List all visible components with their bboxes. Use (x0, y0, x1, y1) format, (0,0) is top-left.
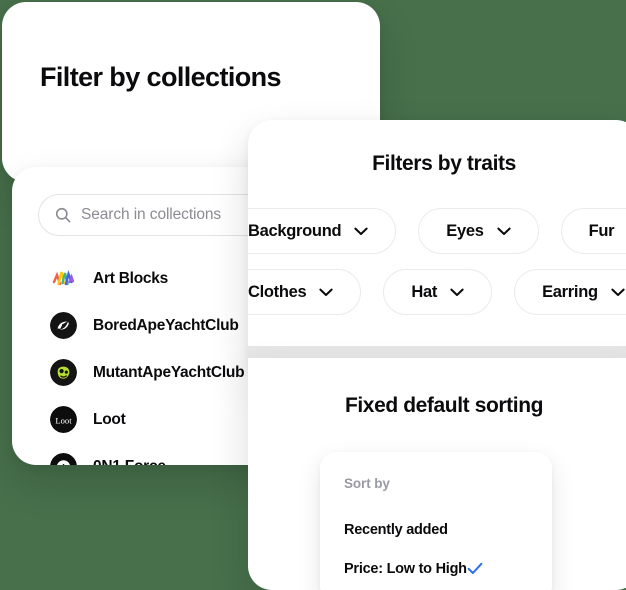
trait-chip-label: Eyes (446, 221, 484, 240)
collection-name: BoredApeYachtClub (93, 316, 239, 334)
sort-option-list: Recently added Price: Low to High (320, 510, 552, 588)
sorting-panel-title: Fixed default sorting (344, 394, 544, 417)
0n1-force-logo-icon (50, 453, 77, 465)
trait-chip-earring[interactable]: Earring (514, 269, 626, 315)
page-title: Filter by collections (40, 62, 282, 92)
art-blocks-logo-icon (50, 265, 77, 292)
sort-option-recently-added[interactable]: Recently added (320, 510, 552, 549)
sort-option-price-low-to-high[interactable]: Price: Low to High (320, 549, 552, 588)
sort-option-label: Price: Low to High (344, 560, 467, 577)
sort-option-label: Recently added (344, 521, 448, 538)
collection-name: 0N1 Force (93, 458, 166, 466)
trait-chip-groups: Background Eyes Fur Clothes Hat Earring (248, 208, 626, 330)
chevron-down-icon (319, 288, 334, 297)
search-placeholder: Search in collections (81, 206, 222, 223)
mutant-ape-yacht-club-logo-icon (50, 359, 77, 386)
trait-chip-background[interactable]: Background (248, 208, 397, 254)
sort-by-label: Sort by (344, 476, 390, 491)
trait-chip-hat[interactable]: Hat (383, 269, 493, 315)
trait-chip-label: Hat (411, 282, 438, 301)
filters-by-traits-card: Filters by traits Background Eyes Fur Cl… (248, 120, 626, 370)
chevron-down-icon (611, 288, 625, 297)
panel-divider (248, 346, 626, 358)
trait-chip-label: Background (248, 221, 342, 240)
traits-panel-title: Filters by traits (372, 152, 516, 175)
svg-text:Loot: Loot (55, 415, 72, 425)
trait-chip-fur[interactable]: Fur (560, 208, 626, 254)
trait-chip-label: Clothes (248, 282, 307, 301)
trait-chip-label: Fur (588, 221, 615, 240)
trait-chip-clothes[interactable]: Clothes (248, 269, 362, 315)
collection-name: Art Blocks (93, 269, 169, 287)
check-icon (467, 562, 483, 575)
bored-ape-yacht-club-logo-icon (50, 312, 77, 339)
trait-chip-label: Earring (542, 282, 598, 301)
trait-chip-eyes[interactable]: Eyes (418, 208, 539, 254)
screenshot-stage: Filter by collections Search in collecti… (0, 0, 626, 590)
collection-name: Loot (93, 410, 126, 428)
chevron-down-icon (354, 227, 368, 236)
chevron-down-icon (450, 288, 464, 297)
collection-name: MutantApeYachtClub (93, 363, 245, 381)
chevron-down-icon (497, 227, 511, 236)
loot-logo-icon: Loot (50, 406, 77, 433)
trait-chip-row: Background Eyes Fur (248, 208, 626, 254)
search-icon (55, 207, 71, 223)
trait-chip-row: Clothes Hat Earring (248, 269, 626, 315)
sort-by-dropdown: Sort by Recently added Price: Low to Hig… (320, 452, 552, 590)
